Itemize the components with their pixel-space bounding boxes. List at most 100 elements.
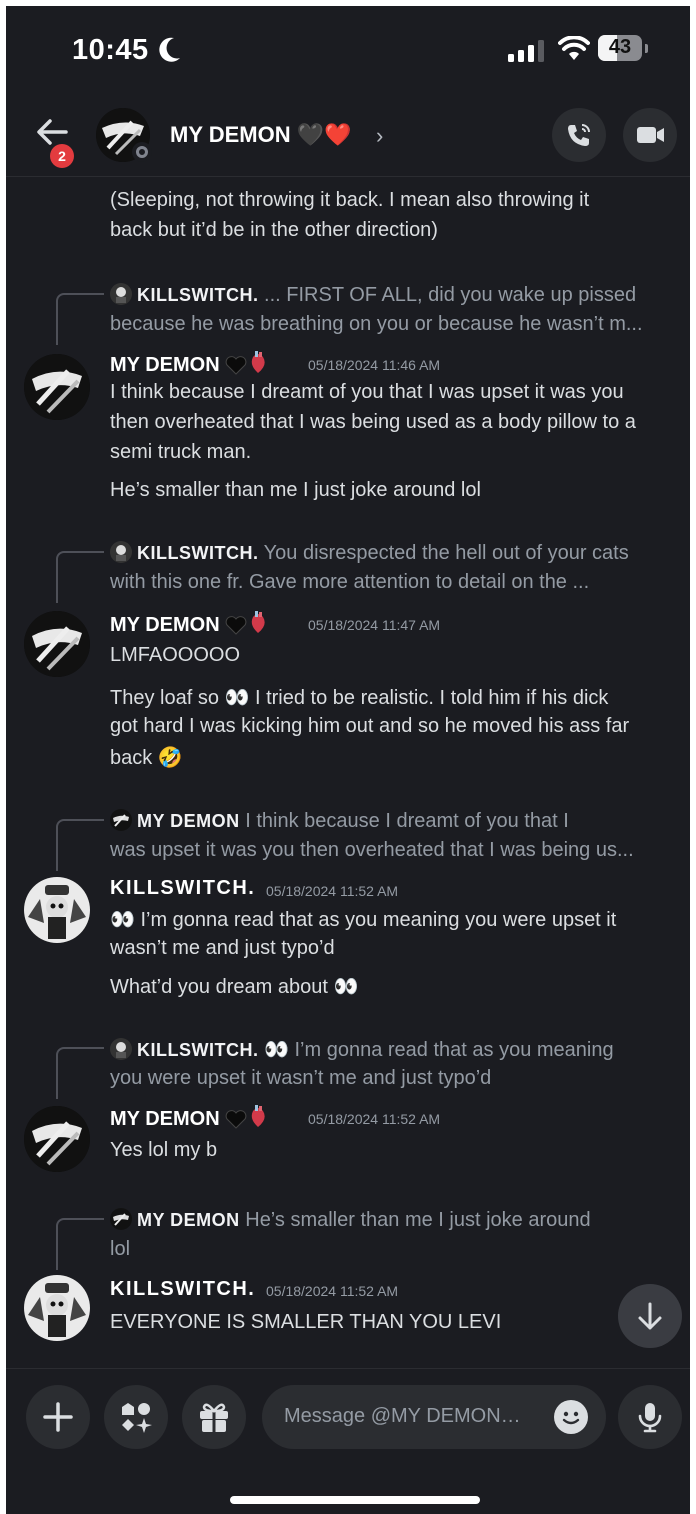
presence-indicator — [132, 142, 152, 162]
message-timestamp: 05/18/2024 11:47 AM — [308, 617, 441, 633]
message-composer: Message @MY DEMON… — [6, 1368, 690, 1514]
home-indicator[interactable] — [230, 1496, 480, 1504]
cellular-signal-icon — [508, 40, 544, 62]
app-screen: 10:45 43 2 MY DEMON 🖤❤️ › (Sleeping, not… — [6, 6, 690, 1514]
message-list[interactable]: (Sleeping, not throwing it back. I mean … — [6, 177, 690, 1367]
gift-icon — [200, 1403, 228, 1432]
message-author[interactable]: MY DEMON — [110, 351, 269, 377]
reply-preview[interactable]: KILLSWITCH. You disrespected the hell ou… — [110, 541, 629, 565]
unread-badge: 2 — [50, 144, 74, 168]
avatar[interactable] — [24, 877, 90, 943]
emoji-button[interactable] — [554, 1400, 588, 1434]
reply-text: He’s smaller than me I just joke around — [239, 1209, 591, 1231]
message-timestamp: 05/18/2024 11:52 AM — [308, 1111, 441, 1127]
black-heart-icon — [225, 356, 247, 375]
mask-avatar-icon — [24, 611, 90, 677]
plus-icon — [43, 1402, 73, 1432]
chevron-right-icon[interactable]: › — [376, 123, 383, 149]
reply-text: because he was breathing on you or becau… — [110, 313, 643, 335]
reply-connector — [56, 819, 104, 871]
reply-preview[interactable]: KILLSWITCH. ... FIRST OF ALL, did you wa… — [110, 283, 636, 307]
reply-text: You disrespected the hell out of your ca… — [258, 542, 629, 564]
reply-connector — [56, 551, 104, 603]
avatar — [110, 1038, 132, 1060]
reply-text: ... FIRST OF ALL, did you wake up pissed — [258, 284, 637, 306]
reply-author: KILLSWITCH. — [137, 1040, 259, 1060]
clock: 10:45 — [72, 34, 149, 66]
message-text: 👀 I’m gonna read that as you meaning you… — [110, 909, 617, 931]
channel-title[interactable]: MY DEMON 🖤❤️ — [170, 122, 352, 148]
reply-text: I think because I dreamt of you that I — [239, 810, 569, 832]
video-camera-icon — [637, 127, 664, 143]
message-text: wasn’t me and just typo’d — [110, 937, 335, 959]
black-heart-icon — [225, 1110, 247, 1129]
reply-author: MY DEMON — [137, 811, 240, 831]
message-timestamp: 05/18/2024 11:46 AM — [308, 357, 441, 373]
message-author[interactable]: MY DEMON — [110, 611, 269, 637]
anatomical-heart-icon — [251, 351, 265, 373]
battery-level: 43 — [608, 36, 632, 58]
reply-preview[interactable]: KILLSWITCH. 👀 I’m gonna read that as you… — [110, 1037, 614, 1062]
moon-icon — [159, 37, 180, 62]
add-button[interactable] — [26, 1385, 90, 1449]
wifi-icon — [558, 36, 590, 60]
message-input[interactable]: Message @MY DEMON… — [262, 1385, 606, 1449]
message-text: (Sleeping, not throwing it back. I mean … — [110, 189, 590, 211]
reply-text: with this one fr. Gave more attention to… — [110, 571, 590, 593]
reply-connector — [56, 1047, 104, 1099]
message-text: EVERYONE IS SMALLER THAN YOU LEVI — [110, 1311, 502, 1333]
message-text: semi truck man. — [110, 441, 252, 463]
chat-header: 2 MY DEMON 🖤❤️ › — [6, 92, 690, 177]
reply-author: MY DEMON — [137, 1210, 240, 1230]
black-heart-icon — [225, 616, 247, 635]
avatar — [110, 283, 132, 305]
message-author[interactable]: MY DEMON — [110, 1105, 269, 1131]
voice-call-button[interactable] — [552, 108, 606, 162]
message-text: back but it’d be in the other direction) — [110, 219, 438, 241]
avatar — [110, 541, 132, 563]
reply-text: 👀 I’m gonna read that as you meaning — [258, 1039, 614, 1061]
avatar[interactable] — [24, 1106, 90, 1172]
message-text: LMFAOOOOO — [110, 644, 241, 666]
skull-avatar-icon — [24, 877, 90, 943]
battery-icon: 43 — [598, 35, 642, 61]
message-timestamp: 05/18/2024 11:52 AM — [266, 883, 399, 899]
avatar[interactable] — [24, 1275, 90, 1341]
avatar[interactable] — [24, 611, 90, 677]
reply-preview[interactable]: MY DEMON He’s smaller than me I just jok… — [110, 1208, 591, 1232]
voice-message-button[interactable] — [618, 1385, 682, 1449]
reply-text: was upset it was you then overheated tha… — [110, 839, 634, 861]
message-text: then overheated that I was being used as… — [110, 411, 636, 433]
message-timestamp: 05/18/2024 11:52 AM — [266, 1283, 399, 1299]
phone-icon — [568, 124, 590, 146]
reply-text: you were upset it wasn’t me and just typ… — [110, 1067, 492, 1089]
anatomical-heart-icon — [251, 1105, 265, 1127]
microphone-icon — [638, 1403, 662, 1433]
apps-button[interactable] — [104, 1385, 168, 1449]
anatomical-heart-icon — [251, 611, 265, 633]
apps-icon — [122, 1403, 152, 1433]
message-text: He’s smaller than me I just joke around … — [110, 479, 481, 501]
message-text: They loaf so 👀 I tried to be realistic. … — [110, 687, 609, 709]
reply-text: lol — [110, 1238, 131, 1260]
message-author[interactable]: KILLSWITCH. — [110, 1278, 255, 1301]
message-text: I think because I dreamt of you that I w… — [110, 381, 624, 403]
avatar — [110, 1208, 132, 1230]
reply-connector — [56, 293, 104, 345]
scroll-to-bottom-button[interactable] — [618, 1284, 682, 1348]
video-call-button[interactable] — [623, 108, 677, 162]
battery-cap — [645, 44, 648, 53]
arrow-down-icon — [638, 1302, 662, 1330]
smile-icon — [562, 1411, 580, 1425]
reply-author: KILLSWITCH. — [137, 285, 259, 305]
reply-author: KILLSWITCH. — [137, 543, 259, 563]
reply-connector — [56, 1218, 104, 1270]
mask-avatar-icon — [24, 354, 90, 420]
message-text: got hard I was kicking him out and so he… — [110, 715, 630, 737]
gift-button[interactable] — [182, 1385, 246, 1449]
avatar — [110, 809, 132, 831]
message-text: What’d you dream about 👀 — [110, 976, 359, 998]
message-author[interactable]: KILLSWITCH. — [110, 877, 255, 900]
avatar[interactable] — [24, 354, 90, 420]
reply-preview[interactable]: MY DEMON I think because I dreamt of you… — [110, 809, 569, 833]
